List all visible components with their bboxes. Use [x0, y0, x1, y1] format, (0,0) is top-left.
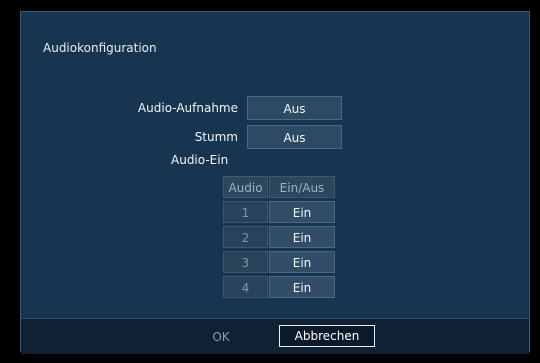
channel-number-4: 4 [223, 276, 268, 298]
audio-config-dialog: Audiokonfiguration Audio-Aufnahme Aus St… [20, 11, 530, 354]
cancel-button[interactable]: Abbrechen [279, 325, 375, 347]
audio-in-label: Audio-Ein [171, 153, 229, 167]
dialog-footer: OK Abbrechen [21, 318, 529, 354]
channel-state-1[interactable]: Ein [269, 201, 335, 223]
channel-state-3[interactable]: Ein [269, 251, 335, 273]
channel-number-3: 3 [223, 251, 268, 273]
channel-number-1: 1 [223, 201, 268, 223]
table-header-audio: Audio [223, 176, 268, 198]
audio-record-toggle[interactable]: Aus [247, 96, 342, 120]
ok-button[interactable]: OK [201, 330, 241, 344]
channel-state-2[interactable]: Ein [269, 226, 335, 248]
mute-label: Stumm [194, 130, 238, 144]
channel-number-2: 2 [223, 226, 268, 248]
mute-toggle[interactable]: Aus [247, 125, 342, 149]
table-header-state: Ein/Aus [269, 176, 335, 198]
dialog-title: Audiokonfiguration [43, 41, 157, 55]
audio-record-label: Audio-Aufnahme [137, 101, 238, 115]
channel-state-4[interactable]: Ein [269, 276, 335, 298]
